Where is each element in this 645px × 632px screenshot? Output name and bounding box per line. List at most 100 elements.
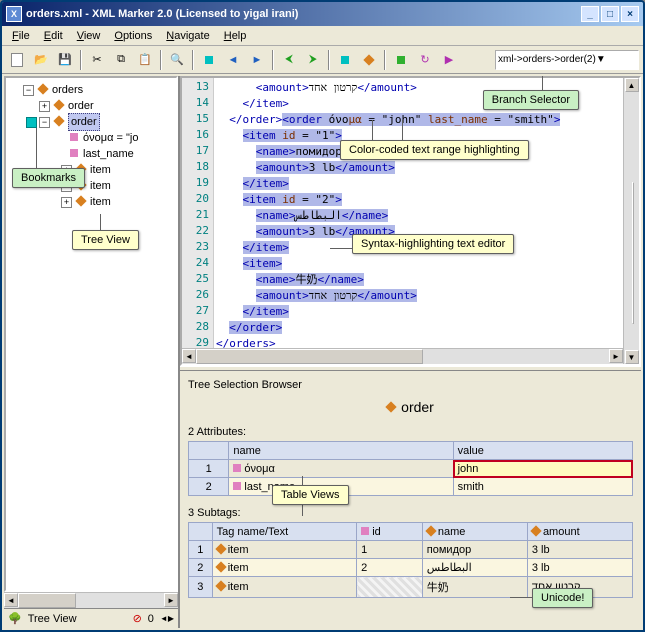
menu-edit[interactable]: Edit — [38, 28, 69, 44]
table-row[interactable]: 1 όνομα john — [189, 460, 633, 478]
browser-element-head: order — [188, 395, 633, 423]
attr-icon — [67, 130, 81, 146]
menu-navigate[interactable]: Navigate — [160, 28, 215, 44]
col-header[interactable]: amount — [527, 523, 632, 541]
callout-unicode: Unicode! — [532, 588, 593, 608]
arrow-left-icon: ◄ — [228, 54, 239, 66]
tree-label: last_name — [83, 146, 134, 162]
collapse-button[interactable] — [334, 49, 356, 71]
menu-file[interactable]: File — [6, 28, 36, 44]
open-button[interactable]: 📂 — [30, 49, 52, 71]
expand-button[interactable] — [358, 49, 380, 71]
nav-back-button[interactable]: ⮜ — [278, 49, 300, 71]
editor-vscroll[interactable]: ▲ ▼ — [623, 78, 639, 364]
collapse-icon[interactable]: − — [23, 85, 34, 96]
col-header[interactable]: name — [422, 523, 527, 541]
paste-button[interactable]: 📋 — [134, 49, 156, 71]
tree-label: order — [68, 113, 100, 131]
tag-icon — [215, 543, 226, 554]
editor-hscroll[interactable]: ◄ ► — [182, 348, 623, 364]
new-icon — [11, 53, 23, 67]
scroll-up-icon[interactable]: ▲ — [625, 78, 639, 92]
titlebar: X orders.xml - XML Marker 2.0 (Licensed … — [2, 2, 643, 26]
run-button[interactable]: ▶ — [438, 49, 460, 71]
attr-icon — [233, 464, 241, 472]
row-header: 1 — [189, 460, 229, 478]
attr-icon — [233, 482, 241, 490]
open-icon: 📂 — [34, 53, 48, 66]
table-row[interactable]: 2 item 2 البطاطس 3 lb — [189, 559, 633, 577]
tree-item[interactable]: + order — [8, 98, 174, 114]
cell — [357, 577, 423, 598]
line-gutter: 1314151617181920212223242526272829 — [182, 78, 214, 364]
scroll-right-icon[interactable]: ► — [609, 349, 623, 363]
tree-item[interactable]: + item — [8, 194, 174, 210]
table-row[interactable]: 1 item 1 помидор 3 lb — [189, 541, 633, 559]
bookmark-icon[interactable] — [26, 117, 37, 128]
cell: 2 — [357, 559, 423, 577]
element-name: order — [401, 399, 434, 415]
tree-attr[interactable]: last_name — [8, 146, 174, 162]
minimize-button[interactable]: _ — [581, 6, 599, 22]
scroll-down-icon[interactable]: ▼ — [625, 350, 639, 364]
paste-icon: 📋 — [138, 53, 152, 66]
chevron-down-icon: ▼ — [596, 54, 636, 65]
tree-hscroll[interactable]: ◄ ► — [4, 592, 178, 608]
scroll-left-icon[interactable]: ◄ — [4, 593, 18, 607]
bookmark-toggle-button[interactable] — [198, 49, 220, 71]
refresh-button[interactable]: ↻ — [414, 49, 436, 71]
nav-fwd-button[interactable]: ⮞ — [302, 49, 324, 71]
find-icon: 🔍 — [170, 53, 184, 66]
bookmark-next-button[interactable]: ► — [246, 49, 268, 71]
col-header[interactable]: id — [357, 523, 423, 541]
bookmark-prev-button[interactable]: ◄ — [222, 49, 244, 71]
tree-attr[interactable]: όνομα = "jo — [8, 130, 174, 146]
subtags-table: Tag name/Text id name amount 1 item 1 по… — [188, 522, 633, 598]
col-header[interactable]: value — [453, 442, 632, 460]
scroll-right-icon[interactable]: ► — [164, 593, 178, 607]
cell: john — [453, 460, 632, 478]
maximize-button[interactable]: □ — [601, 6, 619, 22]
col-header[interactable]: Tag name/Text — [212, 523, 356, 541]
callout-syntax-editor: Syntax-highlighting text editor — [352, 234, 514, 254]
attributes-table: name value 1 όνομα john 2 last_name smit… — [188, 441, 633, 496]
editor-pane[interactable]: 1314151617181920212223242526272829 <amou… — [180, 76, 641, 366]
cut-button[interactable]: ✂ — [86, 49, 108, 71]
tree-root[interactable]: − orders — [8, 82, 174, 98]
validate-button[interactable] — [390, 49, 412, 71]
close-button[interactable]: × — [621, 6, 639, 22]
col-header[interactable]: name — [229, 442, 453, 460]
cell: item — [212, 541, 356, 559]
attr-icon — [67, 146, 81, 162]
back-icon: ⮜ — [285, 53, 293, 66]
tree-tab-label[interactable]: Tree View — [28, 613, 77, 625]
separator — [80, 50, 82, 70]
validate-icon — [397, 56, 405, 64]
menu-options[interactable]: Options — [108, 28, 158, 44]
menubar: File Edit View Options Navigate Help — [2, 26, 643, 46]
tree-item-selected[interactable]: − order — [8, 114, 174, 130]
tag-icon — [215, 561, 226, 572]
window-title: orders.xml - XML Marker 2.0 (Licensed to… — [26, 8, 581, 20]
code-area[interactable]: <amount>קרטון אחד</amount> </item> </ord… — [214, 78, 623, 364]
expand-icon[interactable]: + — [61, 197, 72, 208]
scroll-left-icon[interactable]: ◄ — [182, 349, 196, 363]
save-button[interactable]: 💾 — [54, 49, 76, 71]
collapse-icon[interactable]: − — [39, 117, 50, 128]
chevron-icon[interactable]: ◄▶ — [160, 614, 174, 623]
menu-view[interactable]: View — [71, 28, 107, 44]
table-row[interactable]: 2 last_name smith — [189, 478, 633, 496]
callout-bookmarks: Bookmarks — [12, 168, 85, 188]
branch-selector[interactable]: xml->orders->order(2) ▼ — [495, 50, 639, 70]
cell: 3 lb — [527, 541, 632, 559]
tag-icon — [74, 194, 88, 210]
new-button[interactable] — [6, 49, 28, 71]
app-window: X orders.xml - XML Marker 2.0 (Licensed … — [0, 0, 645, 632]
copy-button[interactable]: ⧉ — [110, 49, 132, 71]
menu-help[interactable]: Help — [218, 28, 253, 44]
toolbar: 📂 💾 ✂ ⧉ 📋 🔍 ◄ ► ⮜ ⮞ ↻ ▶ xml->orders->ord… — [2, 46, 643, 74]
find-button[interactable]: 🔍 — [166, 49, 188, 71]
expand-icon[interactable]: + — [39, 101, 50, 112]
bookmark-slot — [10, 85, 21, 96]
cell: item — [212, 577, 356, 598]
